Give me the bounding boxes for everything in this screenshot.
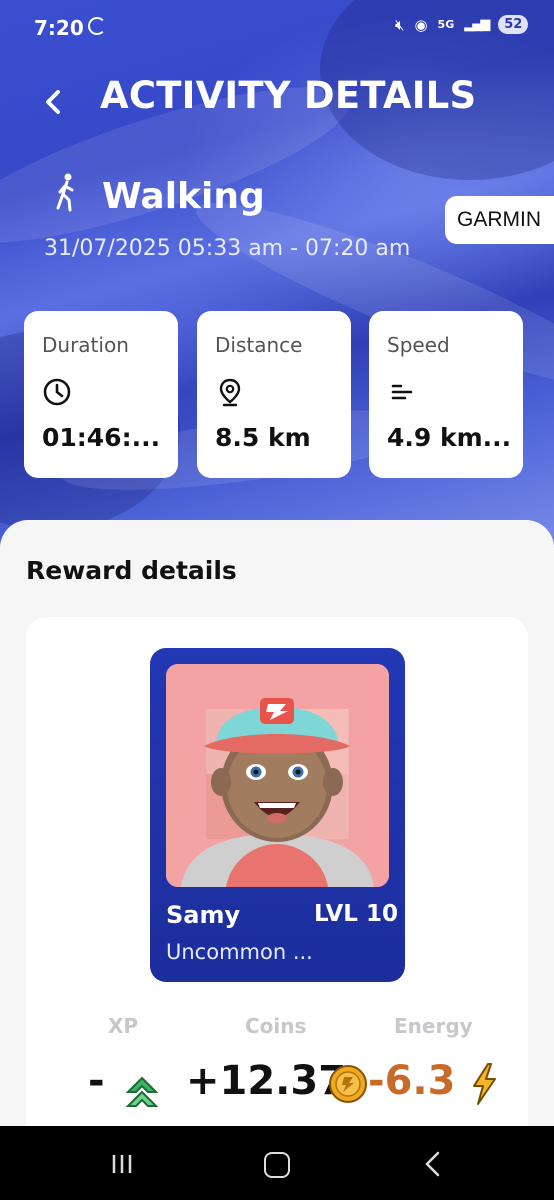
signal-icon: ▂▄▆ [464, 17, 490, 32]
nft-rarity: Uncommon ... [166, 940, 313, 964]
stat-card-distance: Distance 8.5 km [197, 311, 351, 478]
xp-value: - [88, 1058, 105, 1104]
coin-icon [329, 1065, 367, 1103]
level-up-arrow-icon [125, 1076, 159, 1107]
mute-icon: 🔇︎ [395, 15, 405, 34]
nav-back-icon[interactable] [422, 1150, 442, 1178]
nft-name: Samy [166, 901, 241, 929]
avatar-illustration [166, 664, 389, 887]
page-title: ACTIVITY DETAILS [100, 74, 477, 117]
source-badge: GARMIN [445, 196, 554, 244]
status-icons: 🔇︎ ◉ 5G ▂▄▆ 52 [395, 15, 529, 34]
battery-indicator: 52 [498, 15, 529, 34]
coins-label: Coins [245, 1014, 307, 1038]
nft-level: LVL 10 [314, 901, 398, 927]
lightning-bolt-icon [473, 1063, 496, 1105]
stat-card-speed: Speed 4.9 km... [369, 311, 523, 478]
activity-time-range: 31/07/2025 05:33 am - 07:20 am [44, 236, 411, 261]
avatar [166, 664, 389, 887]
coins-value: +12.37 [186, 1058, 347, 1104]
stat-value: 4.9 km... [387, 423, 512, 452]
walking-icon [56, 173, 74, 212]
stat-value: 8.5 km [215, 423, 311, 452]
stat-label: Distance [215, 333, 303, 357]
xp-label: XP [108, 1014, 139, 1038]
location-pin-icon [219, 378, 241, 407]
reward-details-title: Reward details [26, 556, 237, 585]
speed-lines-icon [391, 384, 413, 400]
energy-label: Energy [394, 1014, 473, 1038]
clock-icon [43, 378, 71, 406]
sync-icon [88, 17, 106, 35]
chevron-left-icon [46, 90, 60, 114]
activity-name: Walking [102, 176, 265, 217]
home-icon[interactable] [264, 1152, 290, 1178]
stat-value: 01:46:... [42, 423, 161, 452]
status-bar: 7:20 🔇︎ ◉ 5G ▂▄▆ 52 [0, 0, 554, 60]
recents-icon[interactable] [110, 1153, 134, 1175]
stat-card-duration: Duration 01:46:... [24, 311, 178, 478]
back-button[interactable] [38, 82, 70, 122]
energy-value: -6.3 [368, 1058, 456, 1104]
stat-label: Duration [42, 333, 129, 357]
status-time: 7:20 [34, 16, 84, 40]
network-label: 5G [437, 18, 455, 31]
stat-label: Speed [387, 333, 450, 357]
hotspot-icon: ◉ [414, 15, 428, 34]
